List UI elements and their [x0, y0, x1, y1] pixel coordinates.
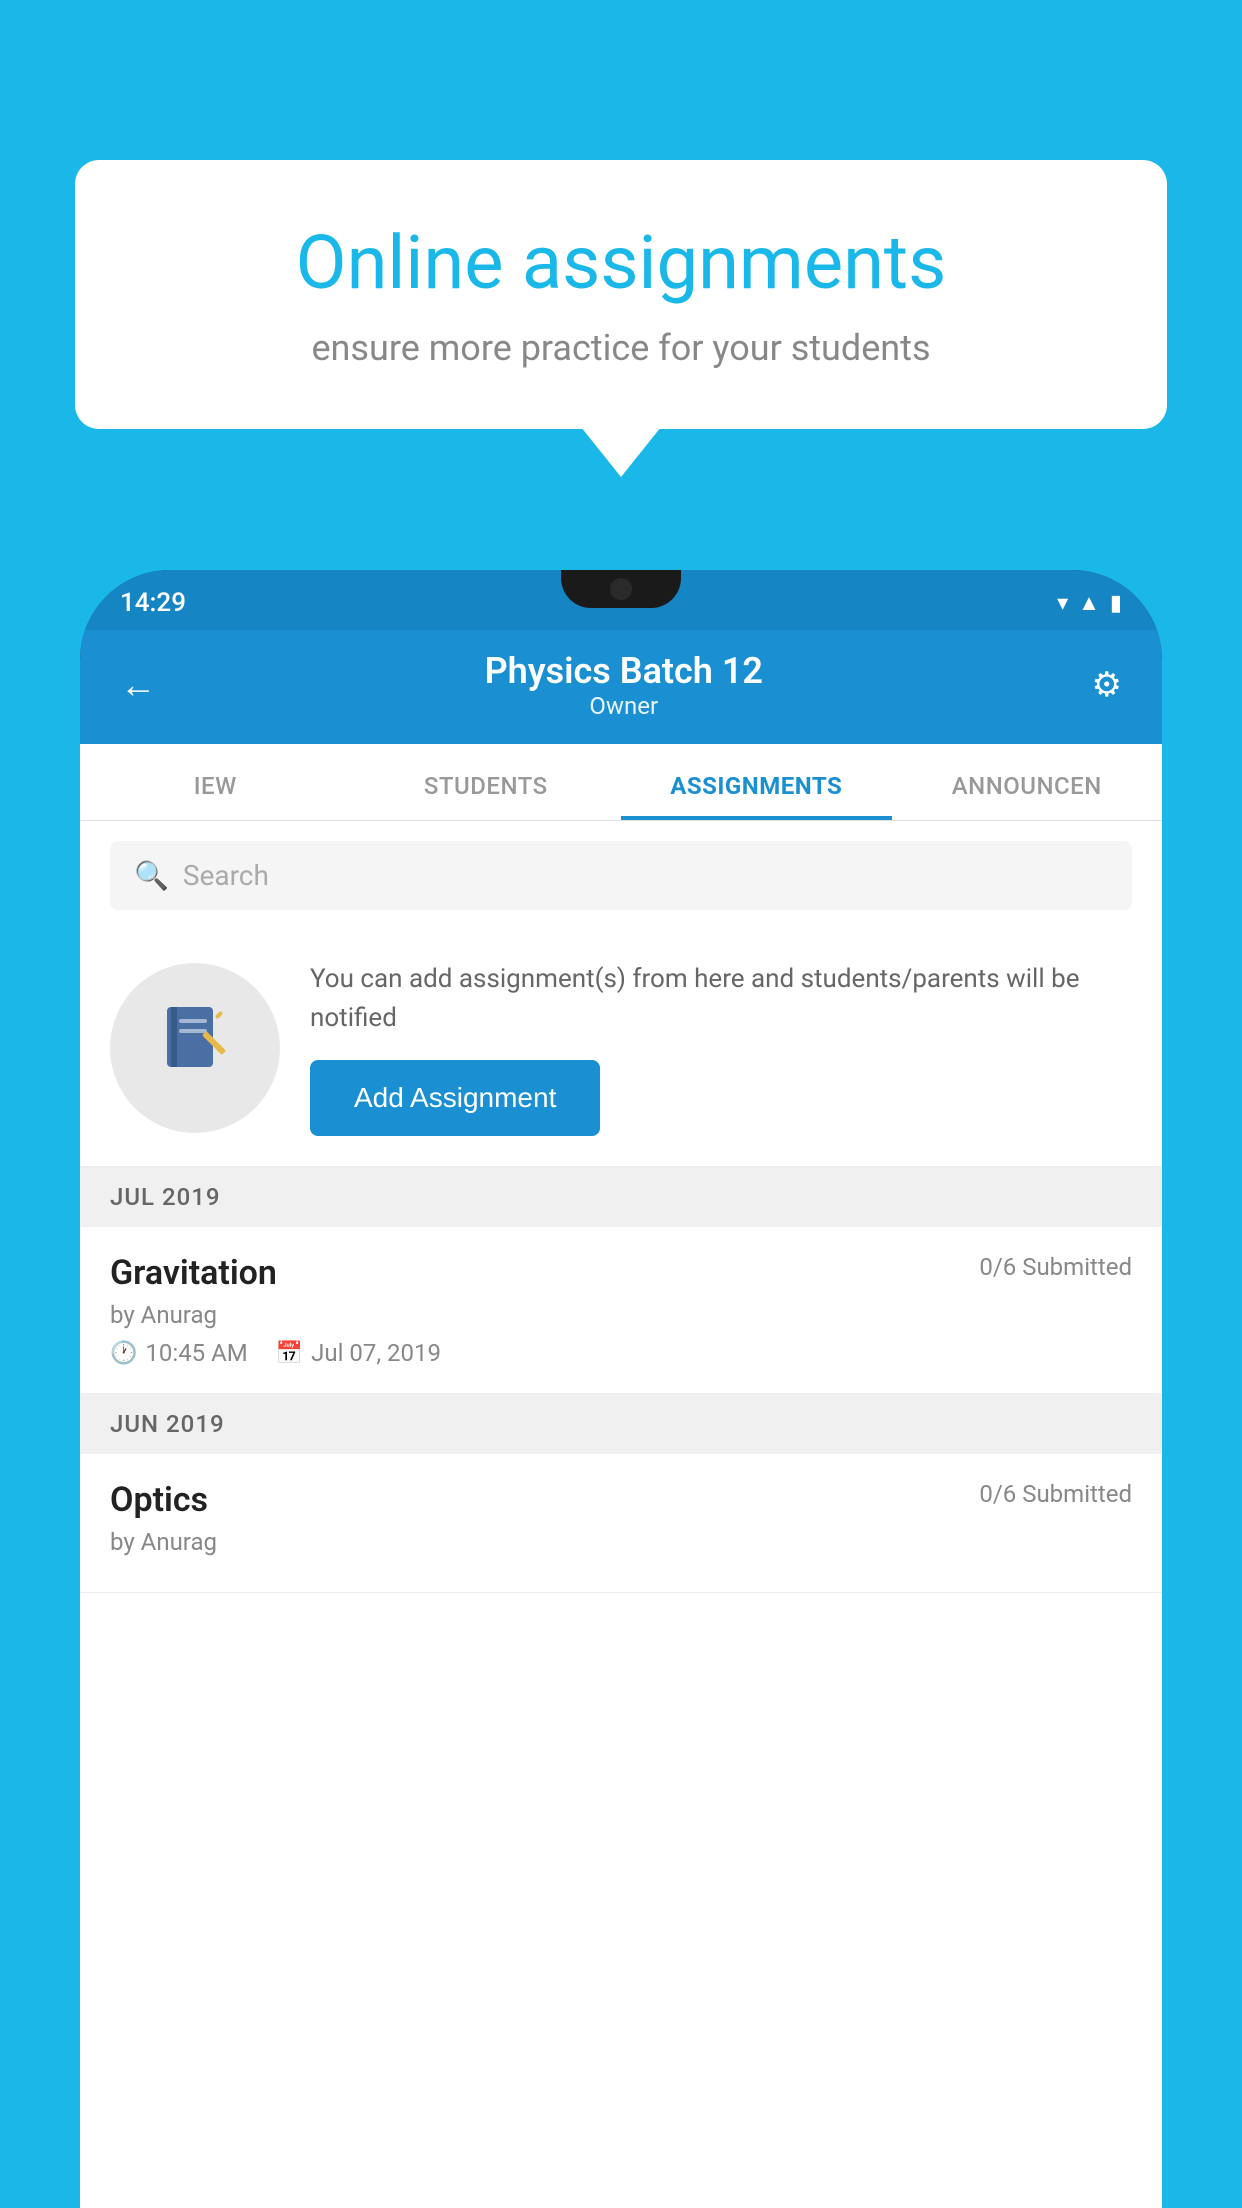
- back-button[interactable]: ←: [120, 664, 156, 706]
- notebook-svg: [155, 999, 235, 1079]
- phone-content: 🔍 Search Y: [80, 821, 1162, 2208]
- assignment-by-gravitation: by Anurag: [110, 1301, 1132, 1329]
- header-title: Physics Batch 12: [485, 650, 763, 692]
- add-assignment-button[interactable]: Add Assignment: [310, 1060, 600, 1136]
- signal-icon: ▲: [1078, 590, 1100, 616]
- assignment-item-gravitation[interactable]: Gravitation 0/6 Submitted by Anurag 🕐 10…: [80, 1227, 1162, 1394]
- status-icons: ▾ ▲ ▮: [1057, 590, 1122, 616]
- assignment-by-optics: by Anurag: [110, 1528, 1132, 1556]
- assignment-prompt-right: You can add assignment(s) from here and …: [310, 960, 1132, 1136]
- search-bar: 🔍 Search: [80, 821, 1162, 930]
- tab-students[interactable]: STUDENTS: [351, 744, 622, 820]
- speech-bubble-container: Online assignments ensure more practice …: [75, 160, 1167, 429]
- battery-icon: ▮: [1110, 591, 1122, 616]
- assignment-time-gravitation: 🕐 10:45 AM: [110, 1339, 248, 1367]
- phone-frame: 14:29 ▾ ▲ ▮ ← Physics Batch 12 Owner ⚙ I…: [80, 570, 1162, 2208]
- calendar-icon: 📅: [276, 1341, 303, 1366]
- assignment-icon-circle: [110, 963, 280, 1133]
- assignment-item-top: Gravitation 0/6 Submitted: [110, 1253, 1132, 1293]
- assignment-icon: [155, 999, 235, 1097]
- assignment-name-optics: Optics: [110, 1480, 208, 1520]
- speech-bubble-title: Online assignments: [145, 220, 1097, 307]
- search-icon: 🔍: [134, 859, 169, 892]
- assignment-submitted-optics: 0/6 Submitted: [979, 1480, 1132, 1508]
- search-input-wrap[interactable]: 🔍 Search: [110, 841, 1132, 910]
- assignment-name-gravitation: Gravitation: [110, 1253, 277, 1293]
- tab-iew[interactable]: IEW: [80, 744, 351, 820]
- search-placeholder-text: Search: [183, 859, 269, 892]
- assignment-item-top-optics: Optics 0/6 Submitted: [110, 1480, 1132, 1520]
- assignment-meta-gravitation: 🕐 10:45 AM 📅 Jul 07, 2019: [110, 1339, 1132, 1367]
- assignment-prompt: You can add assignment(s) from here and …: [80, 930, 1162, 1167]
- assignment-submitted-gravitation: 0/6 Submitted: [979, 1253, 1132, 1281]
- tab-assignments[interactable]: ASSIGNMENTS: [621, 744, 892, 820]
- section-header-jun: JUN 2019: [80, 1394, 1162, 1454]
- assignment-date-gravitation: 📅 Jul 07, 2019: [276, 1339, 441, 1367]
- header-center: Physics Batch 12 Owner: [485, 650, 763, 720]
- status-time: 14:29: [120, 588, 186, 618]
- assignment-prompt-text: You can add assignment(s) from here and …: [310, 960, 1132, 1038]
- wifi-icon: ▾: [1057, 591, 1068, 616]
- header-subtitle: Owner: [485, 692, 763, 720]
- phone-notch: [561, 570, 681, 608]
- app-header: ← Physics Batch 12 Owner ⚙: [80, 630, 1162, 744]
- section-header-jul: JUL 2019: [80, 1167, 1162, 1227]
- assignment-item-optics[interactable]: Optics 0/6 Submitted by Anurag: [80, 1454, 1162, 1593]
- settings-icon[interactable]: ⚙: [1092, 665, 1122, 705]
- clock-icon: 🕐: [110, 1341, 137, 1366]
- speech-bubble-subtitle: ensure more practice for your students: [145, 327, 1097, 369]
- tab-announcements[interactable]: ANNOUNCEN: [892, 744, 1163, 820]
- speech-bubble: Online assignments ensure more practice …: [75, 160, 1167, 429]
- tabs-bar: IEW STUDENTS ASSIGNMENTS ANNOUNCEN: [80, 744, 1162, 821]
- phone-camera: [610, 578, 632, 600]
